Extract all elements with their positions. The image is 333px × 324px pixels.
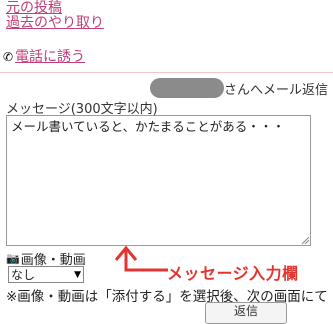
redacted-username xyxy=(150,78,224,98)
camera-icon: 📷 xyxy=(6,252,20,265)
divider xyxy=(0,72,333,73)
media-select[interactable]: なし ▼ xyxy=(8,266,84,283)
annotation-arrow-icon xyxy=(114,245,168,272)
original-post-link[interactable]: 元の投稿 xyxy=(6,0,62,16)
reply-submit-button[interactable]: 返信 xyxy=(205,302,287,324)
message-textarea[interactable]: メール書いていると、かたまることがある・・・ xyxy=(6,115,311,246)
phone-icon: ✆ xyxy=(3,50,14,64)
call-invite-link[interactable]: 電話に誘う xyxy=(15,49,85,65)
history-link[interactable]: 過去のやり取り xyxy=(6,15,104,31)
call-invite-row: ✆ 電話に誘う xyxy=(3,48,85,66)
resize-grip-icon[interactable] xyxy=(300,235,310,245)
reply-heading-text: さんへメール返信 xyxy=(224,82,329,98)
reply-heading: さんへメール返信 xyxy=(150,78,328,98)
media-select-value: なし xyxy=(11,268,36,282)
annotation-label: メッセージ入力欄 xyxy=(167,264,299,283)
dropdown-arrow-icon: ▼ xyxy=(74,269,81,280)
